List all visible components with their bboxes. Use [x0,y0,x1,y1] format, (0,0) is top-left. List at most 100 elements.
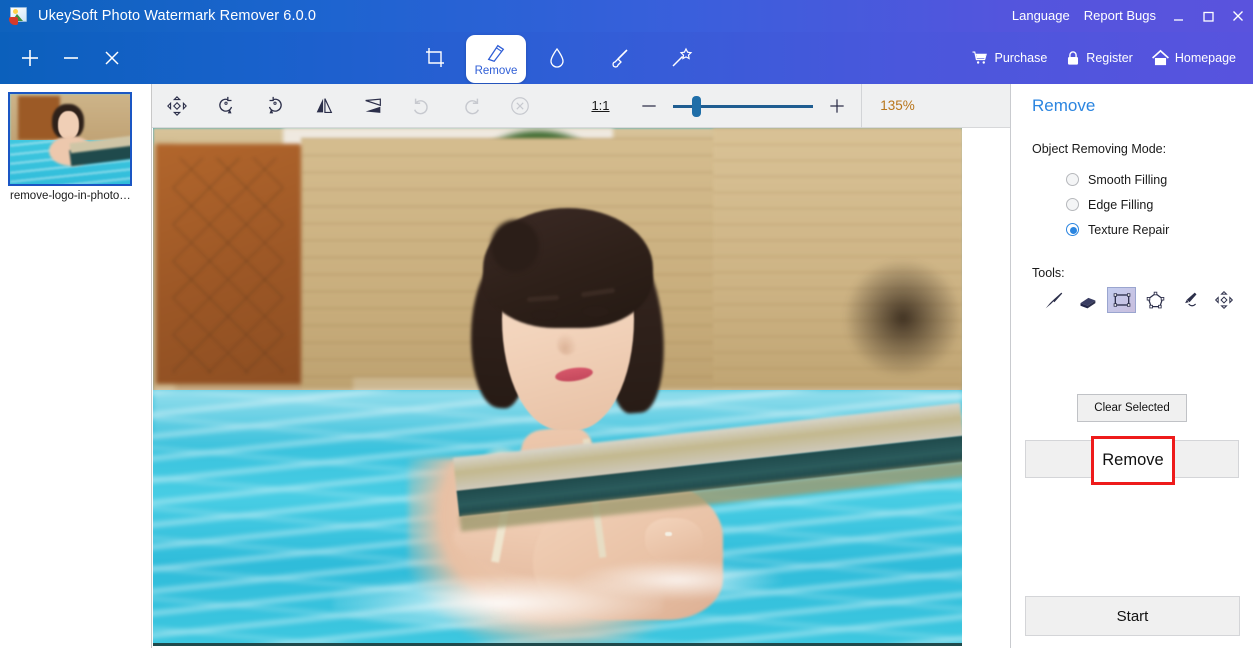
main-toolbar: Remove Purchase Register Homepage [0,32,1253,84]
polygon-tool-button[interactable] [1141,287,1170,313]
undo-button[interactable] [397,84,446,128]
zoom-out-button[interactable] [625,84,673,128]
photo-eye-right [582,306,609,317]
radio-icon[interactable] [1066,173,1079,186]
magic-wand-icon [672,47,693,67]
redo-button[interactable] [446,84,495,128]
radio-texture-repair[interactable]: Texture Repair [1066,217,1253,242]
report-bugs-link[interactable]: Report Bugs [1077,0,1163,32]
mode-tabs: Remove [404,32,712,84]
maximize-button[interactable] [1193,0,1223,32]
remove-button[interactable]: Remove [1091,436,1175,485]
add-file-button[interactable] [18,46,42,70]
edited-photo[interactable] [153,128,962,646]
photo-hair-bun [491,220,539,272]
photo-ring [665,532,672,536]
rotate-right-button[interactable] [250,84,299,128]
zoom-level-value: 135% [880,98,915,113]
clear-files-button[interactable] [100,46,124,70]
photo-hand [645,518,703,562]
radio-smooth-filling[interactable]: Smooth Filling [1066,167,1253,192]
clear-selected-button[interactable]: Clear Selected [1077,394,1187,422]
thumbnail-item[interactable]: remove-logo-in-photo… [0,84,132,202]
title-bar-right: Language Report Bugs [1005,0,1253,32]
polygon-select-icon [1146,291,1165,308]
minus-icon [642,104,656,107]
flip-horizontal-button[interactable] [299,84,348,128]
minus-icon [64,57,78,59]
zoom-slider-handle[interactable] [692,95,701,117]
photo-eye-left [531,310,557,320]
tab-watermark[interactable] [526,32,588,84]
photo-app-logo-icon [9,6,29,26]
radio-selected-icon[interactable] [1066,223,1079,236]
photo-water-foam-2 [573,560,783,600]
cart-icon [972,51,988,64]
remove-file-button[interactable] [59,46,83,70]
radio-icon[interactable] [1066,198,1079,211]
start-button[interactable]: Start [1025,596,1240,636]
paintbrush-icon [1045,292,1063,308]
maximize-icon [1202,11,1214,22]
homepage-button[interactable]: Homepage [1142,49,1245,67]
lock-icon [1068,50,1079,65]
move-icon [166,95,187,116]
close-button[interactable] [1223,0,1253,32]
tab-retouch[interactable] [588,32,650,84]
brush-icon [612,49,628,68]
brush-tool-button[interactable] [1039,287,1068,313]
eraser-icon [487,44,505,62]
rectangle-tool-button[interactable] [1107,287,1136,313]
start-row: Start [1025,596,1240,636]
zoom-in-button[interactable] [813,84,861,128]
radio-edge-filling[interactable]: Edge Filling [1066,192,1253,217]
close-icon [1233,11,1243,21]
tools-label: Tools: [1032,266,1065,280]
eraser-tool-button[interactable] [1073,287,1102,313]
zoom-controls: 1:1 135% [576,83,933,128]
remove-action-row: Remove [1011,436,1253,485]
image-canvas[interactable] [152,128,1010,648]
radio-edge-filling-label: Edge Filling [1088,197,1154,212]
actual-size-label: 1:1 [591,98,610,113]
flip-vertical-button[interactable] [348,84,397,128]
tab-crop[interactable] [404,32,466,84]
rotate-cw-icon [268,96,282,113]
app-title: UkeySoft Photo Watermark Remover 6.0.0 [38,8,317,24]
pen-tool-button[interactable] [1175,287,1204,313]
plus-icon [830,98,844,113]
clear-selected-row: Clear Selected [1011,394,1253,422]
move-tool-button[interactable] [1209,287,1238,313]
minimize-icon [1173,18,1183,21]
close-icon [105,51,119,65]
homepage-label: Homepage [1174,51,1236,65]
title-bar: UkeySoft Photo Watermark Remover 6.0.0 L… [0,0,1253,32]
undo-icon [413,98,428,114]
droplet-icon [550,47,564,68]
tab-remove[interactable]: Remove [466,35,526,83]
photo-door-pattern [173,158,283,373]
reset-button[interactable] [495,84,544,128]
purchase-label: Purchase [994,51,1048,65]
register-label: Register [1086,51,1133,65]
zoom-slider[interactable] [673,84,813,128]
photo-nose [557,333,577,355]
pan-tool-button[interactable] [152,84,201,128]
language-menu[interactable]: Language [1005,0,1077,32]
rotate-ccw-icon [218,96,232,113]
account-actions-group: Purchase Register Homepage [962,32,1245,84]
radio-texture-repair-label: Texture Repair [1088,222,1170,237]
minimize-button[interactable] [1163,0,1193,32]
remove-panel: Remove Object Removing Mode: Smooth Fill… [1010,84,1253,648]
tab-magic[interactable] [650,32,712,84]
redo-icon [464,98,479,114]
file-operations-group [18,32,124,84]
actual-size-button[interactable]: 1:1 [576,84,625,128]
mode-radio-group: Smooth Filling Edge Filling Texture Repa… [1066,167,1253,242]
app-window: UkeySoft Photo Watermark Remover 6.0.0 L… [0,0,1253,648]
flip-vertical-icon [364,97,381,113]
purchase-button[interactable]: Purchase [962,49,1056,67]
register-button[interactable]: Register [1056,50,1142,67]
thumbnail-image[interactable] [8,92,132,186]
rotate-left-button[interactable] [201,84,250,128]
